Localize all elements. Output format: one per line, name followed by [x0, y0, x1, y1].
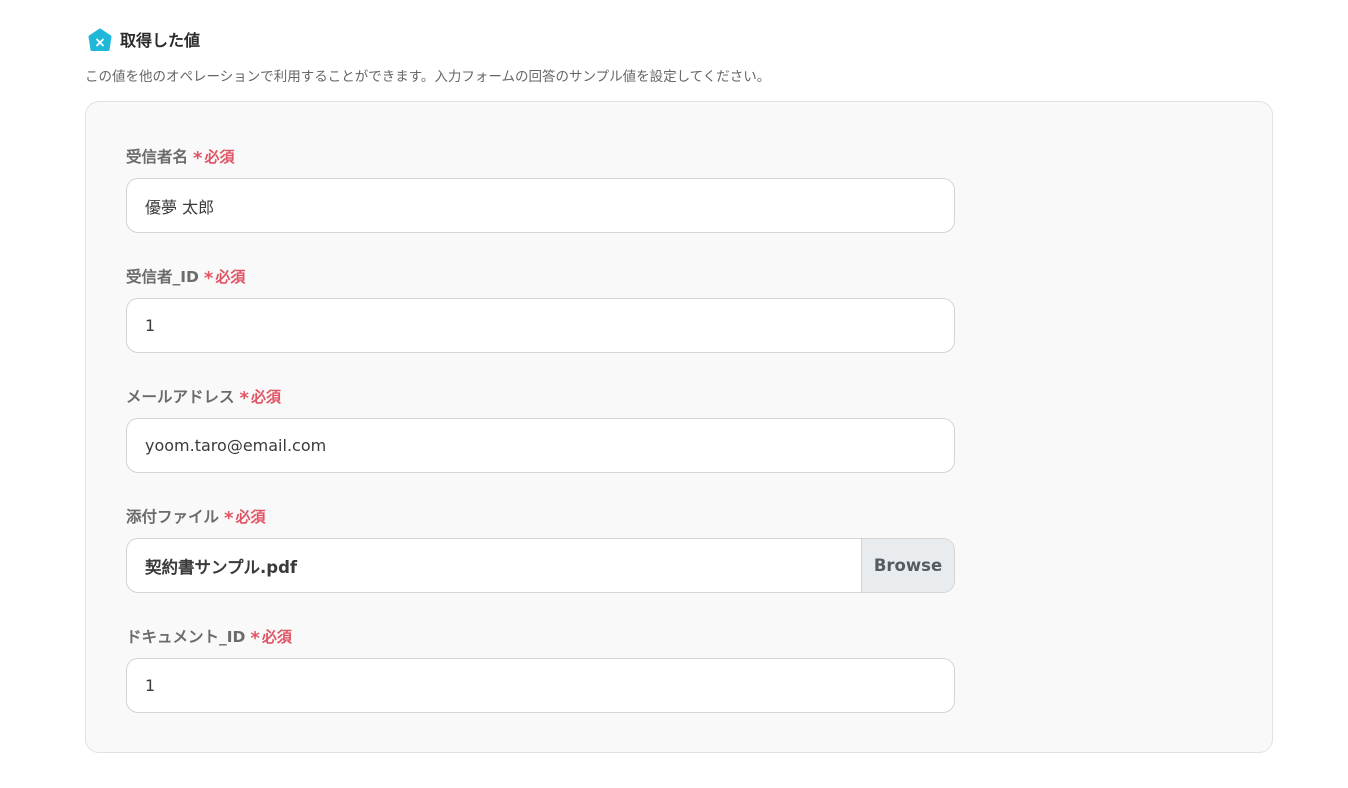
input-value: 優夢 太郎: [145, 197, 215, 217]
document-id-input[interactable]: 1: [126, 658, 955, 713]
form-panel: 受信者名 * 必須 優夢 太郎 受信者_ID * 必須 1 メールアドレス * …: [85, 101, 1273, 753]
required-text: 必須: [250, 387, 281, 406]
label-text: 添付ファイル: [126, 508, 220, 526]
section-header: 取得した値: [87, 28, 200, 54]
section-title: 取得した値: [120, 31, 201, 50]
input-value: 1: [145, 316, 156, 335]
required-text: 必須: [235, 507, 266, 526]
required-text: 必須: [261, 627, 292, 646]
hexagon-x-icon: [88, 28, 112, 51]
recipient-id-input[interactable]: 1: [126, 298, 955, 353]
field-label-attachment: 添付ファイル * 必須: [126, 505, 266, 529]
required-text: 必須: [204, 147, 235, 166]
required-asterisk: *: [250, 627, 260, 649]
label-text: 受信者名: [126, 148, 189, 166]
field-label-recipient-id: 受信者_ID * 必須: [126, 265, 246, 289]
field-label-document-id: ドキュメント_ID * 必須: [126, 625, 292, 649]
field-label-email: メールアドレス * 必須: [126, 385, 281, 409]
required-asterisk: *: [203, 267, 214, 289]
recipient-name-input[interactable]: 優夢 太郎: [126, 178, 955, 233]
label-text: メールアドレス: [126, 388, 235, 406]
file-name[interactable]: 契約書サンプル.pdf: [127, 539, 861, 592]
browse-button[interactable]: Browse: [861, 539, 954, 592]
label-text: ドキュメント_ID: [126, 628, 246, 646]
email-input[interactable]: yoom.taro@email.com: [126, 418, 955, 473]
required-text: 必須: [215, 267, 246, 286]
required-asterisk: *: [239, 387, 249, 409]
attachment-file-input[interactable]: 契約書サンプル.pdf Browse: [126, 538, 955, 593]
required-asterisk: *: [193, 147, 203, 169]
input-value: yoom.taro@email.com: [145, 436, 327, 455]
label-text: 受信者_ID: [126, 268, 199, 286]
section-description: この値を他のオペレーションで利用することができます。入力フォームの回答のサンプル…: [85, 69, 771, 85]
input-value: 1: [145, 676, 156, 695]
required-asterisk: *: [224, 507, 234, 529]
field-label-recipient-name: 受信者名 * 必須: [126, 145, 235, 169]
